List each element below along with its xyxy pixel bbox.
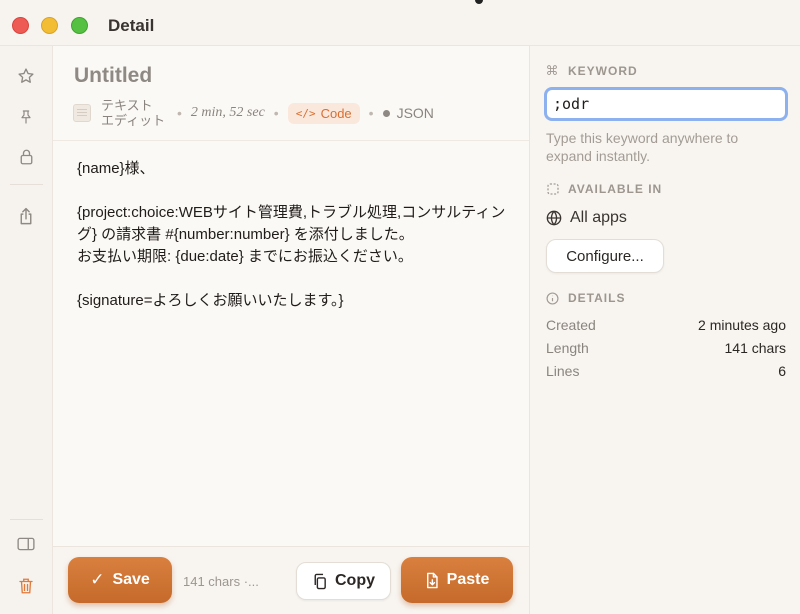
keyword-hint: Type this keyword anywhere to expand ins…	[546, 130, 739, 164]
pin-icon[interactable]	[16, 107, 36, 127]
action-rail	[0, 46, 53, 614]
detail-key: Lines	[546, 363, 580, 379]
detail-row-created: Created 2 minutes ago	[546, 317, 786, 333]
lock-icon[interactable]	[16, 147, 36, 167]
editor-pane: Untitled テキスト エディット • 2 min, 52 sec • </…	[53, 46, 529, 614]
save-button-label: Save	[112, 571, 150, 588]
share-icon[interactable]	[16, 206, 36, 226]
keyword-section-heading: ⌘ KEYWORD	[545, 63, 638, 78]
bottom-toolbar: ✓ Save 141 chars ·... Copy Paste	[53, 546, 529, 614]
detail-key: Created	[546, 317, 596, 333]
document-meta: テキスト エディット • 2 min, 52 sec • </> Code • …	[73, 96, 434, 130]
star-icon[interactable]	[16, 66, 36, 86]
source-app-name: テキスト エディット	[101, 98, 166, 128]
meta-divider	[53, 140, 529, 141]
detail-value: 2 minutes ago	[698, 317, 786, 333]
paste-button[interactable]: Paste	[401, 557, 513, 603]
available-heading-label: AVAILABLE IN	[568, 182, 663, 196]
save-button[interactable]: ✓ Save	[68, 557, 172, 603]
rail-divider	[10, 184, 43, 185]
code-badge: </> Code	[287, 102, 360, 124]
minimize-window-button[interactable]	[41, 17, 58, 34]
availability-scope: All apps	[546, 209, 627, 227]
checkmark-icon: ✓	[90, 570, 105, 589]
info-icon	[546, 291, 559, 305]
meta-separator: •	[368, 105, 374, 121]
command-icon: ⌘	[545, 63, 560, 78]
document-title[interactable]: Untitled	[74, 64, 152, 88]
code-badge-label: Code	[320, 105, 352, 121]
window-title: Detail	[108, 16, 155, 35]
text-editor-app-icon	[73, 104, 91, 122]
copy-icon	[312, 573, 327, 590]
snippet-body[interactable]: {name}様、 {project:choice:WEBサイト管理費,トラブル処…	[77, 158, 507, 312]
inspector-panel: ⌘ KEYWORD Type this keyword anywhere to …	[529, 46, 800, 614]
detail-value: 6	[778, 363, 786, 379]
dashed-square-icon	[546, 183, 559, 196]
format-dot-icon	[382, 109, 390, 117]
copy-button-label: Copy	[335, 572, 375, 589]
available-section-heading: AVAILABLE IN	[546, 182, 662, 196]
configure-button[interactable]: Configure...	[546, 239, 664, 273]
paste-button-label: Paste	[446, 571, 490, 588]
copy-button[interactable]: Copy	[296, 562, 391, 600]
detail-row-lines: Lines 6	[546, 363, 786, 379]
keyword-input[interactable]	[544, 87, 788, 121]
availability-scope-label: All apps	[570, 209, 627, 226]
camera-notch	[475, 0, 483, 4]
close-window-button[interactable]	[12, 17, 29, 34]
char-count-summary: 141 chars ·...	[183, 574, 259, 589]
format-label: JSON	[396, 105, 434, 121]
meta-separator: •	[273, 105, 279, 121]
paste-document-icon	[425, 572, 439, 589]
sidebar-toggle-icon[interactable]	[16, 534, 36, 554]
detail-row-length: Length 141 chars	[546, 340, 786, 356]
meta-separator: •	[177, 105, 182, 121]
globe-icon	[546, 210, 562, 226]
rail-divider	[10, 519, 43, 520]
detail-value: 141 chars	[724, 340, 786, 356]
duration: 2 min, 52 sec	[190, 105, 265, 120]
trash-icon[interactable]	[16, 576, 36, 596]
detail-key: Length	[546, 340, 589, 356]
title-bar: Detail	[0, 0, 800, 46]
details-heading-label: DETAILS	[568, 291, 626, 305]
code-icon: </>	[295, 106, 316, 120]
keyword-heading-label: KEYWORD	[568, 64, 638, 78]
zoom-window-button[interactable]	[71, 17, 88, 34]
detail-window: Detail Untitled テキスト エディット • 2 min, 52 s…	[0, 0, 800, 614]
details-section-heading: DETAILS	[546, 291, 625, 305]
